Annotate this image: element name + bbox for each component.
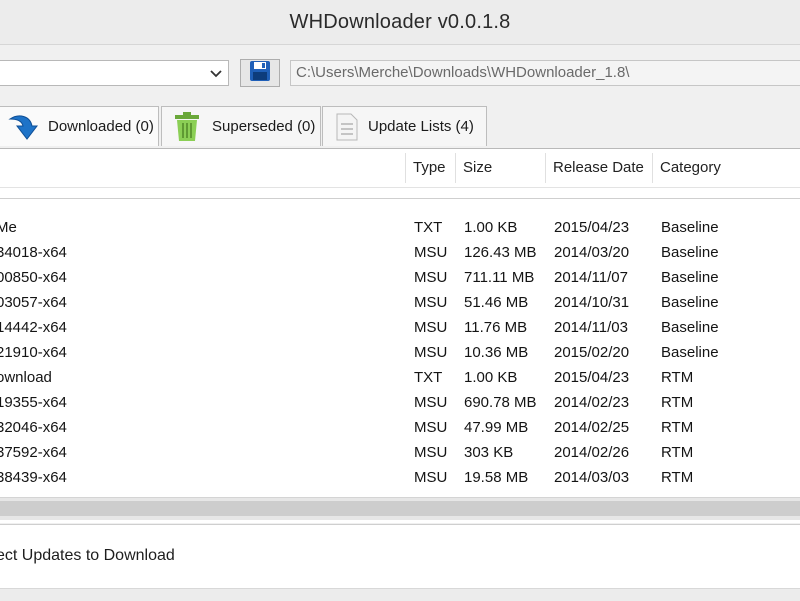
row-type: MSU	[414, 244, 448, 261]
row-type: MSU	[414, 319, 448, 336]
row-category: RTM	[661, 419, 694, 436]
row-type: MSU	[414, 394, 448, 411]
row-category: Baseline	[661, 294, 719, 311]
scrollbar-thumb[interactable]	[0, 501, 800, 516]
row-size: 10.36 MB	[464, 344, 529, 361]
row-name: 00850-x64	[0, 269, 67, 286]
list-header: Type Size Release Date Category	[0, 149, 800, 188]
tab-downloaded[interactable]: Downloaded (0)	[0, 106, 159, 146]
row-size: 303 KB	[464, 444, 514, 461]
table-row[interactable]: 37592-x64 MSU 303 KB 2014/02/26 RTM	[0, 440, 800, 465]
row-name: 34018-x64	[0, 244, 67, 261]
table-row[interactable]: 14442-x64 MSU 11.76 MB 2014/11/03 Baseline	[0, 315, 800, 340]
row-name: 38439-x64	[0, 469, 67, 486]
row-type: MSU	[414, 344, 448, 361]
row-category: RTM	[661, 394, 694, 411]
row-release-date: 2015/04/23	[554, 369, 630, 386]
window-bottom-edge	[0, 588, 800, 601]
row-size: 126.43 MB	[464, 244, 537, 261]
row-name: Me	[0, 219, 17, 236]
window-title: WHDownloader v0.0.1.8	[289, 10, 511, 33]
row-category: RTM	[661, 369, 694, 386]
row-release-date: 2014/03/20	[554, 244, 630, 261]
save-folder-button[interactable]	[240, 59, 280, 87]
row-type: MSU	[414, 419, 448, 436]
trash-bin-icon	[171, 111, 203, 143]
floppy-disk-icon	[249, 60, 271, 87]
row-category: Baseline	[661, 219, 719, 236]
list-rows: Me TXT 1.00 KB 2015/04/23 Baseline 34018-x64…	[0, 215, 800, 490]
tab-downloaded-label: Downloaded (0)	[48, 118, 154, 135]
row-type: MSU	[414, 469, 448, 486]
row-type: MSU	[414, 269, 448, 286]
chevron-down-icon[interactable]	[208, 65, 224, 81]
table-row[interactable]: 34018-x64 MSU 126.43 MB 2014/03/20 Baseline	[0, 240, 800, 265]
row-release-date: 2014/03/03	[554, 469, 630, 486]
document-icon	[335, 113, 359, 141]
tab-superseded[interactable]: Superseded (0)	[161, 106, 321, 146]
row-release-date: 2014/02/26	[554, 444, 630, 461]
table-row[interactable]: 00850-x64 MSU 711.11 MB 2014/11/07 Baseline	[0, 265, 800, 290]
row-size: 19.58 MB	[464, 469, 529, 486]
table-row[interactable]: 21910-x64 MSU 10.36 MB 2015/02/20 Baseline	[0, 340, 800, 365]
row-name: 32046-x64	[0, 419, 67, 436]
row-category: Baseline	[661, 269, 719, 286]
download-path-field[interactable]: C:\Users\Merche\Downloads\WHDownloader_1…	[290, 60, 800, 86]
row-name: 03057-x64	[0, 294, 67, 311]
row-release-date: 2015/02/20	[554, 344, 630, 361]
column-header-type[interactable]: Type	[405, 149, 455, 187]
row-release-date: 2014/11/07	[554, 269, 628, 286]
row-category: RTM	[661, 469, 694, 486]
row-release-date: 2015/04/23	[554, 219, 630, 236]
download-arrow-icon	[5, 111, 39, 143]
table-row[interactable]: 19355-x64 MSU 690.78 MB 2014/02/23 RTM	[0, 390, 800, 415]
row-type: MSU	[414, 444, 448, 461]
row-name: 37592-x64	[0, 444, 67, 461]
row-category: Baseline	[661, 319, 719, 336]
row-name: 14442-x64	[0, 319, 67, 336]
row-category: RTM	[661, 444, 694, 461]
column-header-size[interactable]: Size	[455, 149, 545, 187]
tab-bar: Downloaded (0) Superseded (0) Update Lis…	[0, 104, 800, 148]
row-size: 711.11 MB	[464, 269, 535, 286]
row-name: 19355-x64	[0, 394, 67, 411]
table-row[interactable]: 38439-x64 MSU 19.58 MB 2014/03/03 RTM	[0, 465, 800, 490]
tab-update-lists-label: Update Lists (4)	[368, 118, 474, 135]
toolbar: C:\Users\Merche\Downloads\WHDownloader_1…	[0, 44, 800, 102]
horizontal-scrollbar[interactable]	[0, 497, 800, 520]
row-release-date: 2014/02/23	[554, 394, 630, 411]
row-size: 1.00 KB	[464, 219, 518, 236]
table-row[interactable]: 03057-x64 MSU 51.46 MB 2014/10/31 Baseline	[0, 290, 800, 315]
status-text: ect Updates to Download	[0, 547, 175, 564]
title-bar: WHDownloader v0.0.1.8	[0, 0, 800, 45]
row-name: 21910-x64	[0, 344, 67, 361]
row-size: 1.00 KB	[464, 369, 518, 386]
update-list-dropdown[interactable]	[0, 60, 229, 86]
column-header-category[interactable]: Category	[652, 149, 752, 187]
row-release-date: 2014/10/31	[554, 294, 630, 311]
tab-superseded-label: Superseded (0)	[212, 118, 316, 135]
column-header-release-date[interactable]: Release Date	[545, 149, 652, 187]
row-release-date: 2014/11/03	[554, 319, 628, 336]
row-size: 51.46 MB	[464, 294, 529, 311]
row-category: Baseline	[661, 244, 719, 261]
row-release-date: 2014/02/25	[554, 419, 630, 436]
row-type: TXT	[414, 219, 443, 236]
row-name: ownload	[0, 369, 52, 386]
group-separator	[0, 198, 800, 199]
row-size: 690.78 MB	[464, 394, 537, 411]
row-size: 47.99 MB	[464, 419, 529, 436]
status-bar: ect Updates to Download	[0, 524, 800, 589]
table-row[interactable]: Me TXT 1.00 KB 2015/04/23 Baseline	[0, 215, 800, 240]
row-category: Baseline	[661, 344, 719, 361]
row-type: MSU	[414, 294, 448, 311]
table-row[interactable]: ownload TXT 1.00 KB 2015/04/23 RTM	[0, 365, 800, 390]
updates-list[interactable]: Type Size Release Date Category Me TXT 1.0…	[0, 148, 800, 523]
row-size: 11.76 MB	[464, 319, 528, 336]
table-row[interactable]: 32046-x64 MSU 47.99 MB 2014/02/25 RTM	[0, 415, 800, 440]
tab-update-lists[interactable]: Update Lists (4)	[322, 106, 487, 146]
row-type: TXT	[414, 369, 443, 386]
